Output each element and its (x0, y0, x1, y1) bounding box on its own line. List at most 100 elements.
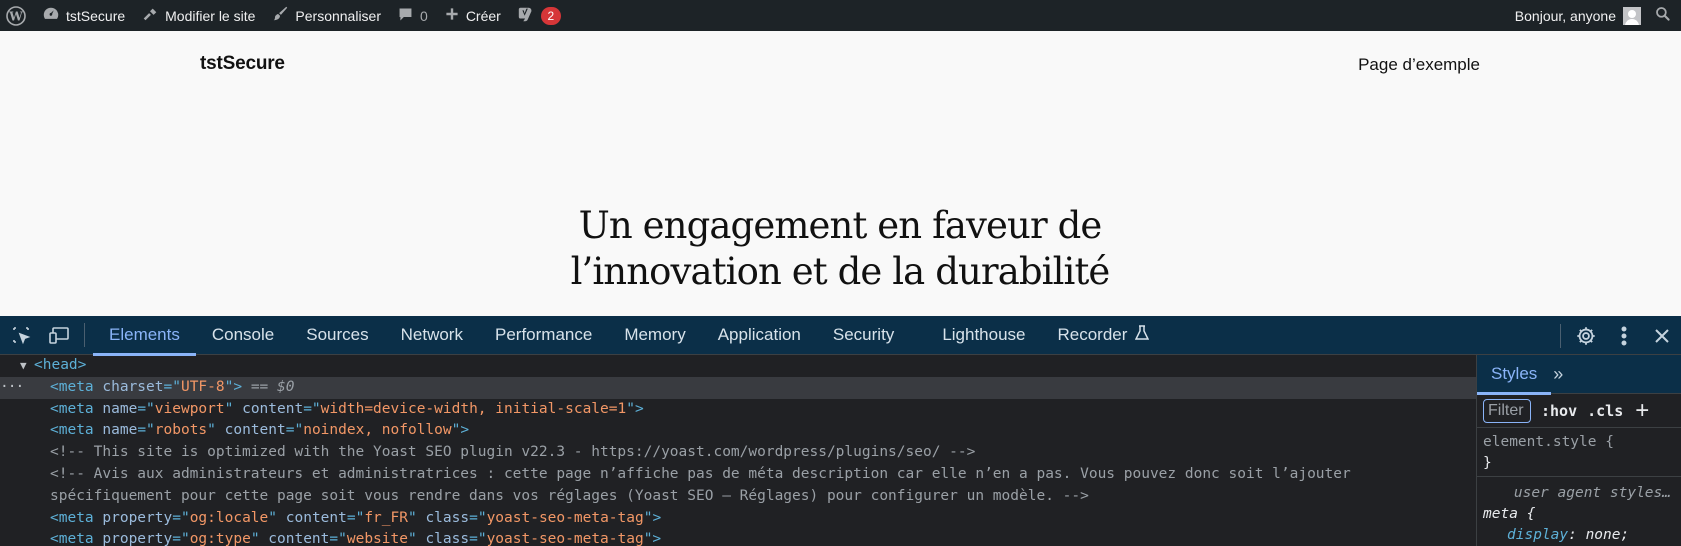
tab-application[interactable]: Application (702, 316, 817, 355)
new-content-label: Créer (465, 7, 501, 24)
wordpress-logo-icon[interactable]: W (0, 0, 34, 31)
tabbar-right-divider (1560, 323, 1561, 348)
search-icon (1655, 6, 1671, 25)
attr-name: property (102, 531, 173, 546)
yoast-menu-button[interactable]: 2 (509, 0, 569, 31)
avatar (1623, 6, 1641, 25)
attr-value: UTF-8 (180, 378, 225, 395)
site-name-label: tstSecure (66, 7, 126, 24)
site-title-link[interactable]: tstSecure (200, 53, 285, 75)
tab-recorder[interactable]: Recorder (1042, 316, 1166, 355)
more-tabs-chevron-icon[interactable]: » (1553, 364, 1563, 385)
dom-node-meta-og-type[interactable]: <meta property="og:type" content="websit… (0, 529, 1476, 546)
attr-value: og:locale (189, 509, 269, 526)
customize-button[interactable]: Personnaliser (263, 0, 389, 31)
attr-name: name (102, 400, 138, 417)
hero-heading-line-2: l’innovation et de la durabilité (570, 250, 1111, 293)
tab-network[interactable]: Network (385, 316, 479, 355)
attr-name: class (425, 509, 470, 526)
yoast-notification-badge: 2 (540, 6, 561, 25)
attr-value: noindex, nofollow (303, 422, 452, 439)
comment-text: <!-- Avis aux administrateurs et adminis… (50, 465, 1351, 504)
attr-value: width=device-width, initial-scale=1 (320, 400, 627, 417)
element-style-rule[interactable]: element.style { (1483, 432, 1675, 453)
comments-button[interactable]: 0 (389, 0, 436, 31)
collapse-triangle-icon[interactable]: ▼ (20, 355, 27, 377)
edit-site-label: Modifier le site (165, 7, 256, 24)
attr-name: content (285, 509, 347, 526)
attr-value: og:type (189, 531, 251, 546)
flask-icon (1135, 324, 1150, 346)
yoast-icon (517, 5, 535, 26)
tab-lighthouse[interactable]: Lighthouse (926, 316, 1041, 355)
dom-node-head[interactable]: ▼ <head> (0, 355, 1476, 377)
css-property-value: : none; (1568, 527, 1630, 543)
tab-security[interactable]: Security (817, 316, 910, 355)
attr-value: robots (154, 422, 208, 439)
user-account-menu[interactable]: Bonjour, anyone (1507, 0, 1649, 31)
tab-sources[interactable]: Sources (290, 316, 384, 355)
plus-icon (444, 6, 460, 25)
attr-name: property (102, 509, 173, 526)
attr-name: content (224, 422, 286, 439)
attr-name: class (425, 531, 470, 546)
styles-toolbar: Filter :hov .cls + (1477, 394, 1681, 428)
tab-console[interactable]: Console (196, 316, 290, 355)
search-button[interactable] (1649, 0, 1681, 31)
attr-value: fr_FR (364, 509, 408, 526)
dom-comment-yoast[interactable]: <!-- This site is optimized with the Yoa… (0, 442, 1476, 464)
nav-item-sample-page[interactable]: Page d’exemple (1358, 55, 1480, 75)
attr-name: content (242, 400, 304, 417)
tab-memory[interactable]: Memory (608, 316, 701, 355)
brush-icon (271, 5, 289, 26)
comment-bubble-icon (397, 6, 414, 26)
edit-site-button[interactable]: Modifier le site (133, 0, 263, 31)
attr-name: name (102, 422, 138, 439)
meta-rule-selector[interactable]: meta { (1483, 504, 1675, 525)
tab-elements[interactable]: Elements (93, 316, 196, 356)
display-declaration[interactable]: display: none; (1483, 525, 1675, 546)
styles-pane: Styles » Filter :hov .cls + element.styl… (1476, 355, 1681, 546)
wp-admin-bar: W tstSecure Modifier le site Personnalis… (0, 0, 1681, 31)
dom-node-meta-og-locale[interactable]: <meta property="og:locale" content="fr_F… (0, 508, 1476, 530)
element-style-selector: element.style { (1483, 434, 1614, 450)
user-agent-stylesheet-label: user agent styles… (1513, 485, 1671, 501)
rules-divider (1477, 476, 1681, 477)
hover-state-toggle[interactable]: :hov (1541, 402, 1577, 420)
attr-value: yoast-seo-meta-tag (486, 509, 644, 526)
rule-close-brace: } (1483, 455, 1492, 471)
styles-filter-input[interactable]: Filter (1483, 398, 1531, 423)
class-toggle[interactable]: .cls (1587, 402, 1623, 420)
tab-recorder-label: Recorder (1057, 325, 1128, 344)
inspect-element-icon[interactable] (2, 316, 40, 355)
tabbar-divider (84, 323, 85, 347)
attr-value: website (346, 531, 408, 546)
node-actions-icon[interactable]: ··· (0, 377, 24, 399)
tab-performance[interactable]: Performance (479, 316, 608, 355)
comments-count: 0 (420, 7, 428, 24)
site-name-menu[interactable]: tstSecure (34, 0, 133, 31)
settings-gear-icon[interactable] (1567, 316, 1605, 355)
dom-node-meta-robots[interactable]: <meta name="robots" content="noindex, no… (0, 420, 1476, 442)
new-content-button[interactable]: Créer (436, 0, 509, 31)
dom-head-tag: <head> (34, 357, 87, 373)
dom-node-meta-charset[interactable]: ··· <meta charset="UTF-8"> == $0 (0, 376, 1476, 399)
more-options-icon[interactable] (1605, 316, 1643, 355)
attr-name: content (268, 531, 330, 546)
style-rules: element.style { } user agent styles… met… (1477, 428, 1681, 546)
device-toolbar-icon[interactable] (40, 316, 78, 355)
close-devtools-icon[interactable] (1643, 316, 1681, 355)
comment-text: <!-- This site is optimized with the Yoa… (50, 444, 976, 461)
devtools-panel: Elements Console Sources Network Perform… (0, 316, 1681, 546)
site-page: tstSecure Page d’exemple Un engagement e… (0, 31, 1681, 316)
dom-node-meta-viewport[interactable]: <meta name="viewport" content="width=dev… (0, 399, 1476, 421)
tab-styles[interactable]: Styles (1477, 355, 1552, 395)
elements-dom-tree[interactable]: ▼ <head> ··· <meta charset="UTF-8"> == $0 … (0, 355, 1476, 546)
svg-text:W: W (8, 9, 23, 23)
dom-comment-notice[interactable]: <!-- Avis aux administrateurs et adminis… (0, 464, 1476, 508)
attr-name: charset (102, 378, 164, 395)
new-rule-plus-icon[interactable]: + (1635, 398, 1649, 422)
hero-heading: Un engagement en faveur de l’innovation … (440, 203, 1240, 295)
attr-value: yoast-seo-meta-tag (486, 531, 644, 546)
selected-node-marker: == $0 (250, 378, 295, 395)
